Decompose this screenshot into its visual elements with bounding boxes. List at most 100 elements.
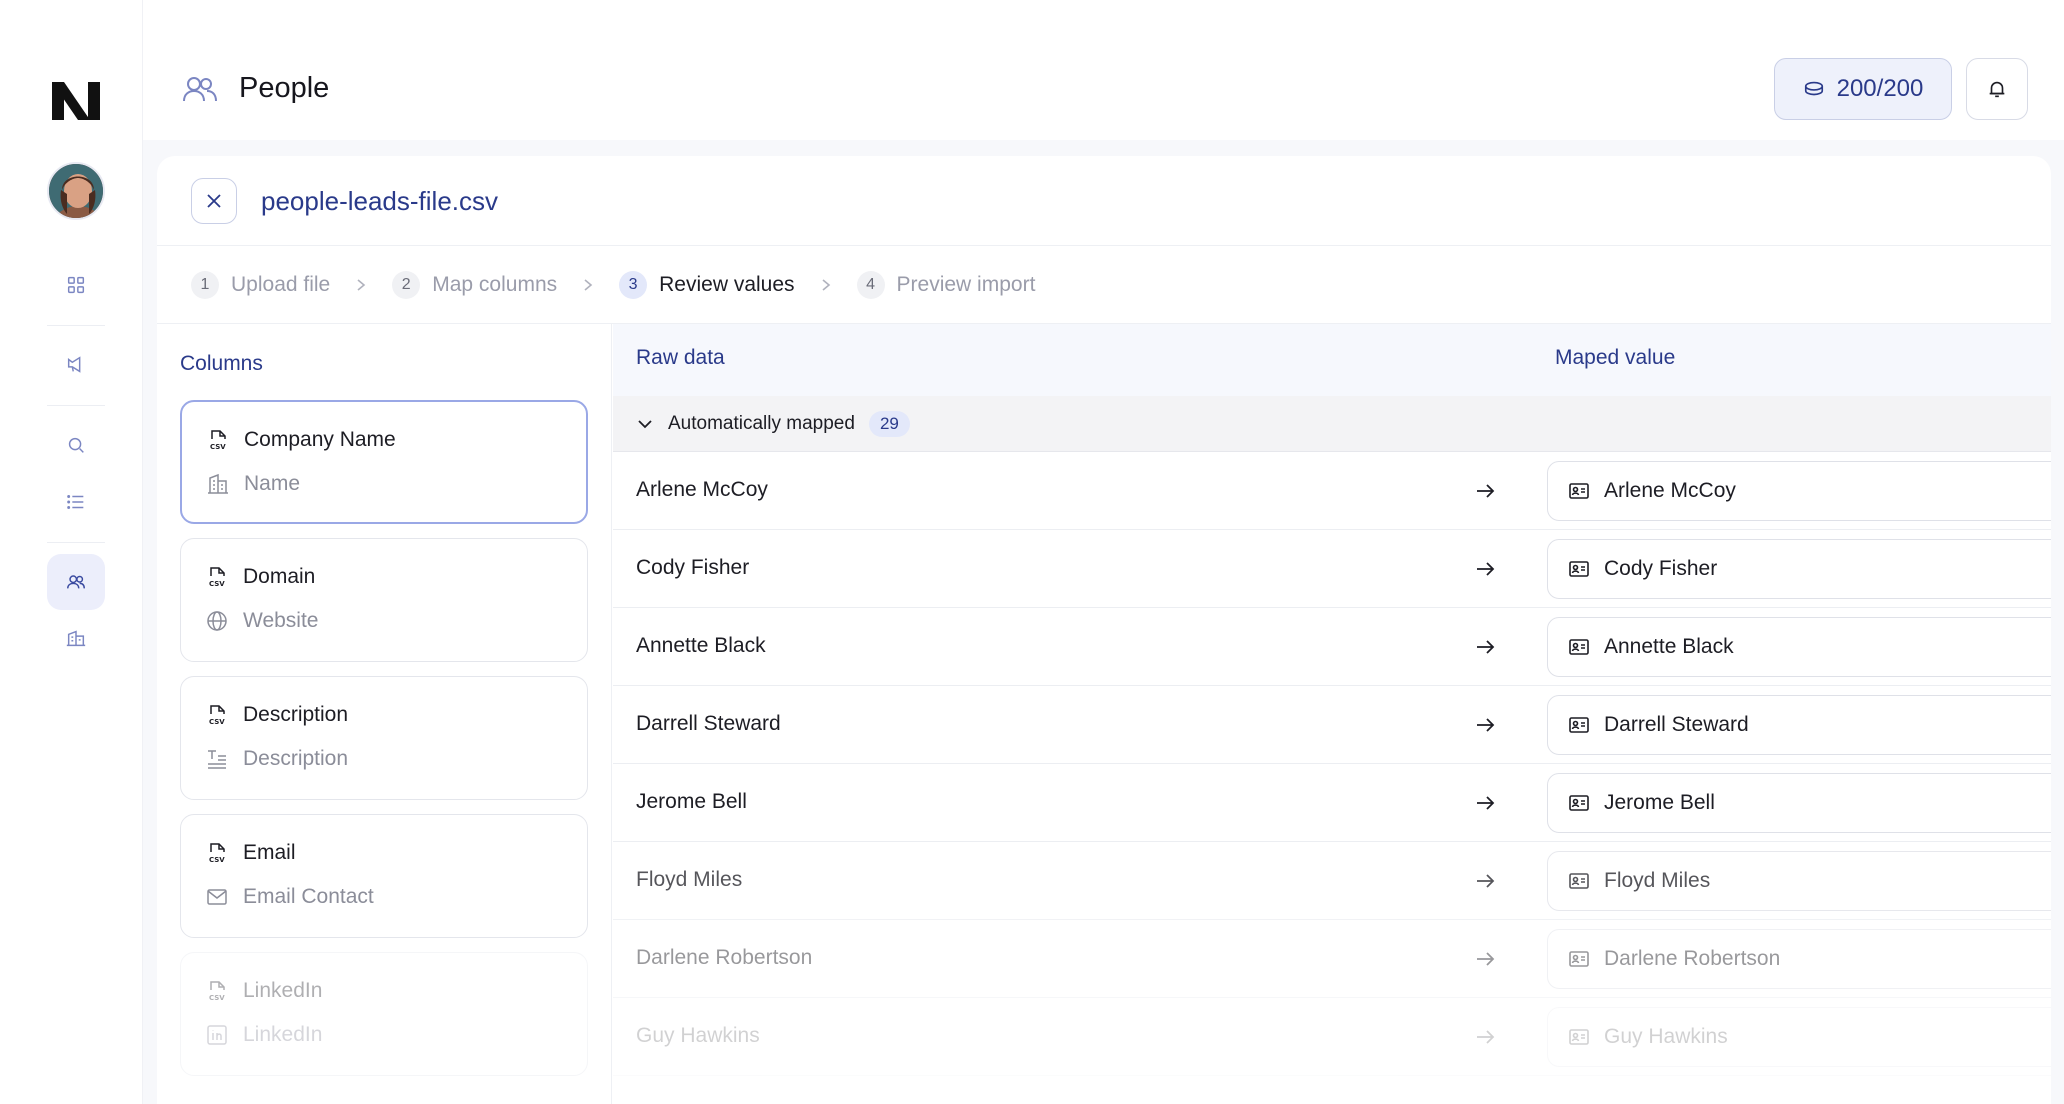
mapped-value-field[interactable]: Darlene Robertson (1547, 929, 2051, 989)
credits-label: 200/200 (1836, 75, 1924, 102)
step-number: 1 (191, 270, 219, 299)
column-card[interactable]: CSV Email Email Contact (180, 814, 588, 938)
mapped-value-field[interactable]: Floyd Miles (1547, 851, 2051, 911)
table-row: Cody Fisher Cody Fisher (613, 530, 2051, 608)
column-source: Description (243, 703, 349, 726)
sidebar-divider (47, 542, 105, 543)
table-row: Guy Hawkins Guy Hawkins (613, 998, 2051, 1076)
contact-card-icon (1569, 639, 1589, 655)
mapped-value: Annette Black (1604, 635, 1734, 658)
csv-file-icon: CSV (209, 705, 225, 726)
mapped-value: Darrell Steward (1604, 713, 1749, 736)
sidebar-divider (47, 405, 105, 406)
dashboard-icon[interactable] (56, 265, 96, 305)
step-number: 2 (392, 270, 421, 299)
list-icon[interactable] (56, 482, 96, 522)
close-icon (207, 194, 221, 208)
mapped-value-field[interactable]: Darrell Steward (1547, 695, 2051, 755)
table-row: Darrell Steward Darrell Steward (613, 686, 2051, 764)
close-button[interactable] (191, 178, 237, 224)
column-target: Description (243, 747, 349, 770)
svg-text:CSV: CSV (209, 856, 225, 864)
avatar[interactable] (47, 162, 105, 220)
step-number: 4 (856, 270, 885, 299)
csv-file-icon: CSV (209, 567, 225, 588)
table-header: Raw data Maped value (613, 324, 2051, 396)
mapped-value-field[interactable]: Arlene McCoy (1547, 461, 2051, 521)
arrow-right-icon (1477, 718, 1495, 732)
globe-icon (207, 611, 227, 631)
contact-card-icon (1569, 717, 1589, 733)
arrow-right-icon (1477, 484, 1495, 498)
companies-icon[interactable] (56, 618, 96, 658)
credits-button[interactable]: 200/200 (1774, 58, 1952, 120)
column-card[interactable]: CSV LinkedIn LinkedIn (180, 952, 588, 1076)
step-map-columns[interactable]: 2 Map columns (392, 270, 558, 299)
arrow-right-icon (1477, 640, 1495, 654)
mapped-value-field[interactable]: Jerome Bell (1547, 773, 2051, 833)
raw-value: Darlene Robertson (636, 946, 813, 969)
mapped-value: Guy Hawkins (1604, 1025, 1728, 1048)
mapped-value: Cody Fisher (1604, 557, 1718, 580)
mapped-value-header: Maped value (1555, 346, 1676, 369)
group-count-badge: 29 (868, 410, 910, 437)
csv-file-icon: CSV (209, 981, 225, 1002)
column-source: LinkedIn (243, 979, 323, 1002)
svg-text:CSV: CSV (209, 994, 225, 1002)
csv-file-icon: CSV (209, 843, 225, 864)
contact-card-icon (1569, 795, 1589, 811)
csv-file-icon: CSV (210, 430, 226, 451)
column-card[interactable]: CSV Description Description (180, 676, 588, 800)
mapped-value: Darlene Robertson (1604, 947, 1781, 970)
raw-value: Jerome Bell (636, 790, 747, 813)
mail-icon (207, 889, 227, 905)
raw-data-header: Raw data (636, 346, 725, 369)
column-card[interactable]: CSV Company Name Name (180, 400, 588, 524)
step-review-values[interactable]: 3 Review values (619, 270, 795, 299)
column-target: Email Contact (243, 885, 374, 908)
table-row: Darlene Robertson Darlene Robertson (613, 920, 2051, 998)
table-row: Annette Black Annette Black (613, 608, 2051, 686)
stepper: 1 Upload file 2 Map columns 3 Review val… (157, 246, 2051, 324)
mapped-value-field[interactable]: Guy Hawkins (1547, 1007, 2051, 1067)
people-icon (183, 77, 217, 102)
notifications-button[interactable] (1966, 58, 2028, 120)
step-label: Upload file (231, 272, 331, 296)
contact-card-icon (1569, 1029, 1589, 1045)
mapped-value-field[interactable]: Annette Black (1547, 617, 2051, 677)
linkedin-icon (207, 1025, 227, 1045)
mapped-value: Arlene McCoy (1604, 479, 1736, 502)
megaphone-icon[interactable] (56, 345, 96, 385)
app-logo[interactable] (50, 78, 102, 124)
raw-value: Darrell Steward (636, 712, 781, 735)
arrow-right-icon (1477, 952, 1495, 966)
step-preview-import[interactable]: 4 Preview import (856, 270, 1035, 299)
building-icon (208, 473, 228, 494)
raw-value: Guy Hawkins (636, 1024, 760, 1047)
column-card[interactable]: CSV Domain Website (180, 538, 588, 662)
auto-mapped-group[interactable]: Automatically mapped 29 (613, 396, 2051, 452)
column-source: Email (243, 841, 296, 864)
step-label: Map columns (432, 272, 558, 296)
bell-icon (1989, 81, 2005, 98)
column-target: LinkedIn (243, 1023, 323, 1046)
arrow-right-icon (1477, 796, 1495, 810)
mapped-value-field[interactable]: Cody Fisher (1547, 539, 2051, 599)
columns-panel: Columns CSV Company Name Name CSV Domain… (157, 324, 612, 1104)
text-icon (208, 750, 226, 769)
mapped-value: Jerome Bell (1604, 791, 1715, 814)
chevron-right-icon (354, 272, 368, 298)
column-target: Name (244, 472, 301, 495)
file-name: people-leads-file.csv (261, 186, 499, 216)
columns-title: Columns (180, 352, 263, 375)
column-source: Domain (243, 565, 316, 588)
chevron-right-icon (819, 272, 833, 298)
step-upload-file[interactable]: 1 Upload file (191, 270, 331, 299)
table-row: Arlene McCoy Arlene McCoy (613, 452, 2051, 530)
values-table: Raw data Maped value Automatically mappe… (613, 324, 2051, 1104)
step-number: 3 (619, 270, 648, 299)
column-source: Company Name (244, 428, 396, 451)
search-icon[interactable] (56, 425, 96, 465)
people-nav-icon[interactable] (47, 554, 105, 610)
contact-card-icon (1569, 873, 1589, 889)
